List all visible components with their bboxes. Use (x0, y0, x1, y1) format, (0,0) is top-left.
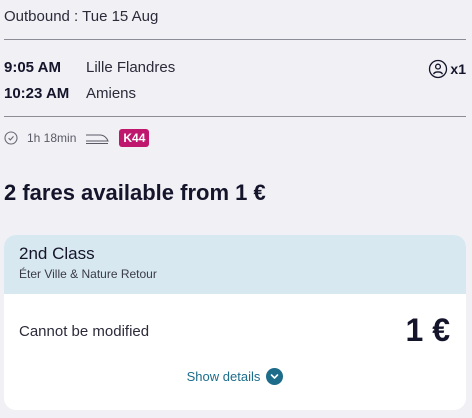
passenger-count: x1 (428, 59, 466, 79)
class-name: 2nd Class (19, 244, 95, 263)
train-icon (85, 131, 110, 145)
passenger-count-label: x1 (450, 61, 466, 77)
show-details-label: Show details (186, 369, 261, 384)
fares-title: 2 fares available from 1 € (4, 180, 266, 205)
departure-time: 9:05 AM (4, 59, 61, 76)
duration: 1h 18min (27, 131, 77, 145)
outbound-header: Outbound : Tue 15 Aug (4, 8, 159, 25)
journey-meta: 1h 18min K44 (4, 129, 150, 147)
train-badge: K44 (119, 129, 150, 147)
fare-price: 1 € (405, 312, 450, 348)
arrival-time: 10:23 AM (4, 85, 70, 102)
journey-divider (4, 116, 466, 117)
fare-name: Éter Ville & Nature Retour (19, 267, 157, 281)
passenger-icon (428, 59, 448, 79)
show-details-button[interactable]: Show details (4, 368, 466, 385)
fare-condition: Cannot be modified (19, 323, 150, 340)
fare-card[interactable]: 2nd Class Éter Ville & Nature Retour Can… (4, 235, 466, 410)
clock-icon (4, 131, 18, 145)
header-divider (4, 39, 466, 40)
arrival-row: 10:23 AM Amiens (4, 85, 136, 102)
departure-station: Lille Flandres (86, 59, 176, 76)
chevron-down-icon (266, 368, 284, 385)
fare-card-header: 2nd Class Éter Ville & Nature Retour (4, 235, 466, 294)
arrival-station: Amiens (86, 85, 137, 102)
departure-row: 9:05 AM Lille Flandres (4, 59, 175, 76)
